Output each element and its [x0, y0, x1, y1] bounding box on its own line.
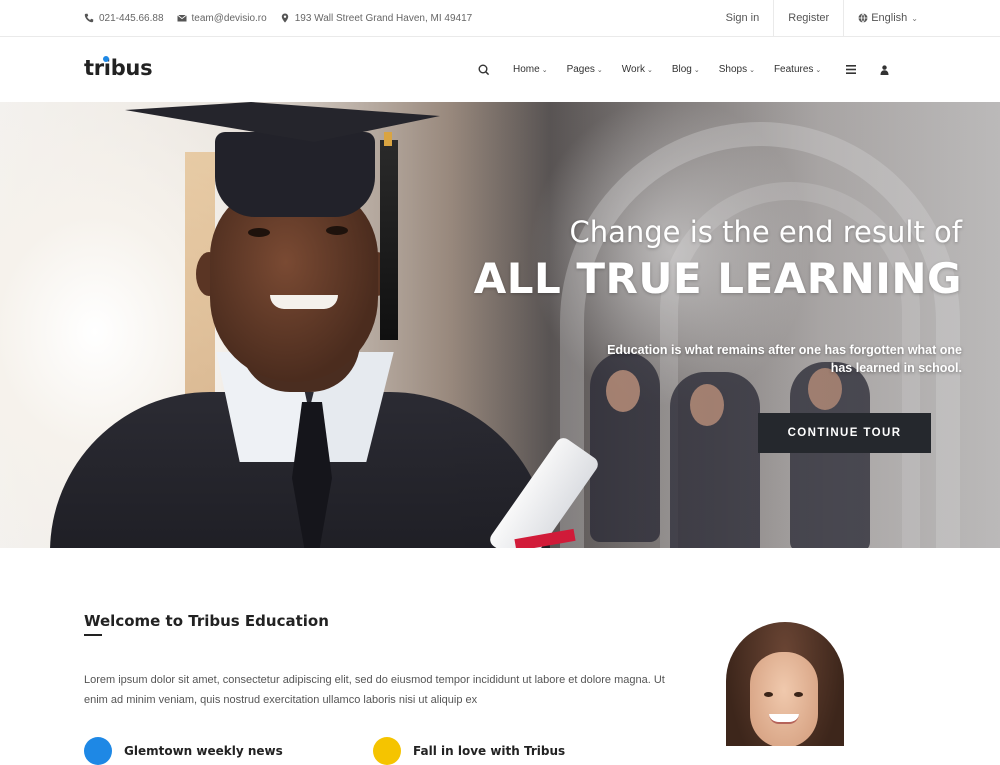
title-underline: [84, 634, 102, 636]
portrait-face: [750, 652, 818, 746]
feature-label: Fall in love with Tribus: [413, 744, 566, 758]
hero-subtitle: Education is what remains after one has …: [607, 343, 962, 375]
search-icon[interactable]: [477, 63, 491, 77]
nav-item-blog[interactable]: Blog ⌄: [672, 64, 700, 75]
nav-item-pages[interactable]: Pages ⌄: [567, 64, 603, 75]
site-logo[interactable]: tribus: [84, 56, 153, 80]
nav-item-work[interactable]: Work ⌄: [622, 64, 653, 75]
hero-title-line2: ALL TRUE LEARNING: [473, 254, 962, 303]
nav-item-shops[interactable]: Shops ⌄: [719, 64, 755, 75]
welcome-heading-block: Welcome to Tribus Education: [84, 612, 329, 636]
chevron-down-icon: ⌄: [541, 66, 548, 74]
continue-tour-button[interactable]: CONTINUE TOUR: [758, 413, 931, 453]
user-icon[interactable]: [880, 64, 889, 75]
nav-label: Blog: [671, 64, 692, 75]
logo-dot: [103, 56, 109, 62]
phone-text: 021-445.66.88: [99, 12, 164, 24]
email-contact[interactable]: team@devisio.ro: [176, 12, 267, 24]
language-label: English: [871, 12, 908, 24]
hero-title-line1: Change is the end result of: [569, 215, 962, 249]
feature-icon: [373, 737, 401, 765]
nav-label: Features: [773, 64, 814, 75]
phone-icon: [84, 13, 94, 23]
chevron-down-icon: ⌄: [911, 13, 918, 23]
map-marker-icon: [281, 13, 288, 23]
welcome-text: Lorem ipsum dolor sit amet, consectetur …: [84, 674, 665, 706]
chevron-down-icon: ⌄: [749, 66, 755, 74]
feature-icon: [84, 737, 112, 765]
portrait-eye: [794, 692, 803, 697]
feature-item-love[interactable]: Fall in love with Tribus: [373, 737, 565, 765]
menu-icon[interactable]: [846, 65, 857, 74]
feature-item-news[interactable]: Glemtown weekly news: [84, 737, 283, 765]
welcome-title: Welcome to Tribus Education: [84, 612, 329, 630]
top-bar: 021-445.66.88 team@devisio.ro 193 Wall S…: [0, 0, 1000, 37]
language-selector[interactable]: English ⌄: [843, 0, 1000, 36]
student-portrait: [720, 622, 850, 746]
account-links: Sign in Register English ⌄: [712, 0, 1000, 36]
sign-in-link[interactable]: Sign in: [712, 0, 774, 36]
address-contact: 193 Wall Street Grand Haven, MI 49417: [280, 12, 473, 24]
portrait-eye: [764, 692, 773, 697]
nav-item-features[interactable]: Features ⌄: [774, 64, 821, 75]
chevron-down-icon: ⌄: [596, 66, 603, 74]
phone-contact[interactable]: 021-445.66.88: [84, 13, 164, 24]
envelope-icon: [176, 14, 187, 22]
chevron-down-icon: ⌄: [815, 66, 822, 74]
chevron-down-icon: ⌄: [646, 66, 653, 74]
main-header: tribus Home ⌄ Pages ⌄ Work ⌄ Blog ⌄ Shops ⌄ F…: [0, 37, 1000, 102]
logo-text: tribus: [84, 56, 153, 80]
nav-label: Pages: [566, 64, 595, 75]
email-text: team@devisio.ro: [191, 12, 267, 24]
register-link[interactable]: Register: [773, 0, 843, 36]
nav-label: Work: [621, 64, 645, 75]
main-nav: Home ⌄ Pages ⌄ Work ⌄ Blog ⌄ Shops ⌄ Features…: [468, 37, 889, 102]
contact-info: 021-445.66.88 team@devisio.ro 193 Wall S…: [84, 0, 485, 36]
chevron-down-icon: ⌄: [693, 66, 700, 74]
hero-copy: Change is the end result of ALL TRUE LEA…: [442, 212, 962, 377]
hero-banner: Change is the end result of ALL TRUE LEA…: [0, 102, 1000, 548]
nav-label: Home: [513, 64, 540, 75]
nav-item-home[interactable]: Home ⌄: [513, 64, 548, 75]
globe-icon: [858, 13, 868, 23]
nav-label: Shops: [718, 64, 748, 75]
feature-label: Glemtown weekly news: [124, 744, 283, 758]
address-text: 193 Wall Street Grand Haven, MI 49417: [294, 12, 473, 24]
